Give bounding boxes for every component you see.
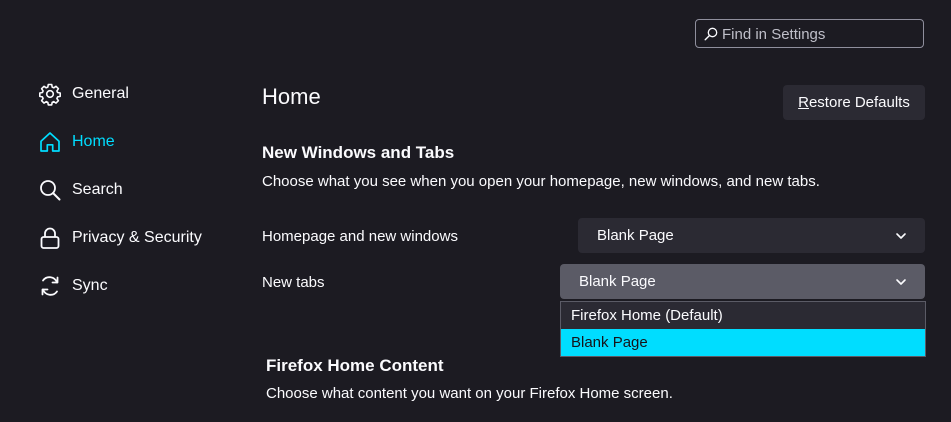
- sidebar-item-label: Search: [72, 181, 123, 198]
- newtabs-label: New tabs: [262, 274, 325, 291]
- restore-accesskey: R: [798, 94, 809, 111]
- sidebar-item-home[interactable]: Home: [38, 129, 115, 155]
- page-title: Home: [262, 84, 321, 109]
- chevron-down-icon: [896, 279, 906, 285]
- dropdown-option-firefox-home[interactable]: Firefox Home (Default): [561, 302, 925, 329]
- newtabs-select-value: Blank Page: [579, 273, 656, 290]
- new-windows-section-description: Choose what you see when you open your h…: [262, 173, 820, 190]
- chevron-down-icon: [896, 233, 906, 239]
- restore-defaults-button[interactable]: Restore Defaults: [783, 85, 925, 120]
- settings-page: General Home Search Privacy & Security: [0, 0, 951, 422]
- sidebar-item-label: General: [72, 85, 129, 102]
- settings-search-box[interactable]: [695, 19, 924, 48]
- home-icon: [40, 132, 60, 152]
- sidebar-item-privacy-security[interactable]: Privacy & Security: [38, 225, 202, 251]
- gear-icon: [39, 83, 61, 106]
- new-windows-section-title: New Windows and Tabs: [262, 143, 455, 162]
- sidebar-item-label: Privacy & Security: [72, 229, 202, 246]
- sidebar-item-label: Home: [72, 133, 115, 150]
- homepage-select[interactable]: Blank Page: [578, 218, 925, 253]
- sidebar-item-general[interactable]: General: [38, 81, 129, 107]
- sync-icon: [41, 276, 59, 296]
- homepage-label: Homepage and new windows: [262, 228, 458, 245]
- sidebar-item-sync[interactable]: Sync: [38, 273, 108, 299]
- homepage-select-value: Blank Page: [597, 227, 674, 244]
- search-input[interactable]: [722, 23, 917, 45]
- sidebar-item-label: Sync: [72, 277, 108, 294]
- sidebar-item-search[interactable]: Search: [38, 177, 123, 203]
- newtabs-select[interactable]: Blank Page: [560, 264, 925, 299]
- restore-label-rest: estore Defaults: [808, 94, 910, 111]
- search-icon: [40, 180, 61, 201]
- home-content-section-title: Firefox Home Content: [266, 356, 444, 375]
- search-icon: [704, 27, 718, 41]
- home-content-section-description: Choose what content you want on your Fir…: [266, 385, 673, 402]
- newtabs-dropdown-list: Firefox Home (Default) Blank Page: [560, 301, 926, 357]
- lock-icon: [40, 227, 60, 249]
- dropdown-option-blank-page[interactable]: Blank Page: [561, 329, 925, 356]
